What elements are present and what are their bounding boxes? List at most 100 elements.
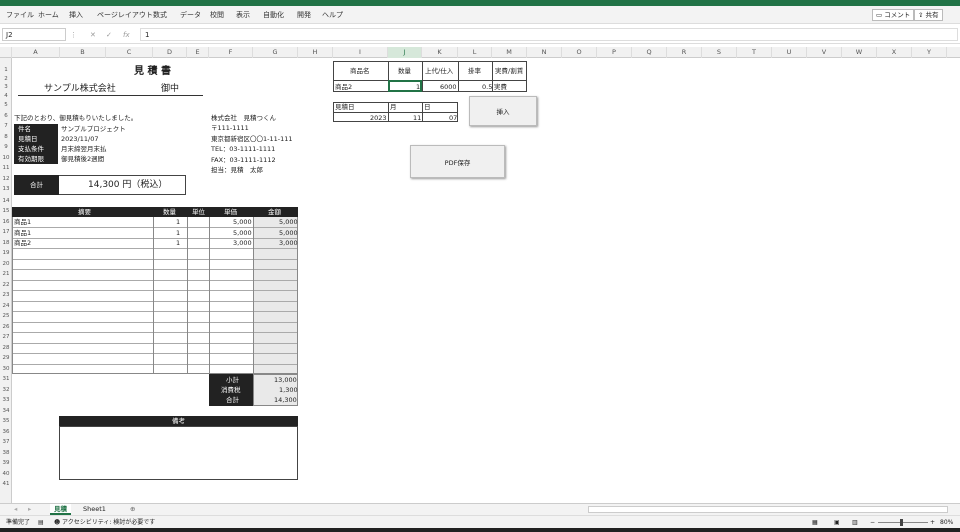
- column-header[interactable]: O: [562, 47, 597, 58]
- column-header[interactable]: F: [209, 47, 253, 58]
- row-header[interactable]: 8: [0, 133, 12, 141]
- column-header[interactable]: I: [333, 47, 388, 58]
- row-header[interactable]: 5: [0, 101, 12, 109]
- zoom-out-icon[interactable]: −: [870, 519, 875, 527]
- row-header[interactable]: 22: [0, 281, 12, 289]
- pdf-save-button[interactable]: PDF保存: [410, 145, 505, 178]
- column-header[interactable]: K: [422, 47, 458, 58]
- tab-sheet-quote[interactable]: 見積: [50, 504, 71, 515]
- formula-input[interactable]: 1: [140, 28, 958, 41]
- row-header[interactable]: 35: [0, 417, 12, 425]
- column-header[interactable]: Y: [912, 47, 947, 58]
- insert-button[interactable]: 挿入: [469, 96, 537, 126]
- row-header[interactable]: 1: [0, 66, 12, 74]
- row-header[interactable]: 6: [0, 112, 12, 120]
- view-normal-icon[interactable]: ▦: [812, 519, 818, 527]
- select-all-corner[interactable]: [0, 47, 12, 58]
- add-sheet-icon[interactable]: ⊕: [126, 504, 139, 515]
- check-icon[interactable]: ✓: [106, 31, 112, 39]
- input-type-cell[interactable]: 実費: [494, 83, 507, 91]
- view-page-layout-icon[interactable]: ▣: [834, 519, 840, 527]
- column-header[interactable]: L: [458, 47, 492, 58]
- menu-view[interactable]: 表示: [236, 10, 250, 20]
- tab-sheet1[interactable]: Sheet1: [79, 504, 110, 515]
- row-header[interactable]: 3: [0, 83, 12, 91]
- row-header[interactable]: 32: [0, 386, 12, 394]
- menu-home[interactable]: ホーム: [38, 10, 59, 20]
- column-header[interactable]: X: [877, 47, 912, 58]
- column-header[interactable]: T: [737, 47, 772, 58]
- menu-review[interactable]: 校閲: [210, 10, 224, 20]
- share-button[interactable]: ⇪ 共有: [914, 9, 943, 21]
- column-header[interactable]: C: [106, 47, 153, 58]
- comment-button[interactable]: ▭ コメント: [872, 9, 915, 21]
- column-header[interactable]: W: [842, 47, 877, 58]
- input-qty-cell[interactable]: 1: [416, 83, 420, 91]
- zoom-level[interactable]: 80%: [940, 519, 953, 527]
- row-header[interactable]: 41: [0, 480, 12, 488]
- column-header[interactable]: A: [12, 47, 60, 58]
- row-header[interactable]: 21: [0, 270, 12, 278]
- menu-automate[interactable]: 自動化: [263, 10, 284, 20]
- menu-developer[interactable]: 開発: [297, 10, 311, 20]
- column-header[interactable]: G: [253, 47, 298, 58]
- column-header[interactable]: M: [492, 47, 527, 58]
- function-icon[interactable]: fx: [123, 31, 130, 39]
- column-header[interactable]: D: [153, 47, 187, 58]
- input-price-cell[interactable]: 6000: [440, 83, 457, 91]
- row-header[interactable]: 36: [0, 428, 12, 436]
- row-header[interactable]: 28: [0, 344, 12, 352]
- horizontal-scrollbar[interactable]: [588, 506, 948, 513]
- row-header[interactable]: 14: [0, 197, 12, 205]
- row-header[interactable]: 7: [0, 122, 12, 130]
- menu-file[interactable]: ファイル: [6, 10, 34, 20]
- column-header[interactable]: E: [187, 47, 209, 58]
- menu-data[interactable]: データ: [180, 10, 201, 20]
- row-header[interactable]: 31: [0, 375, 12, 383]
- row-header[interactable]: 9: [0, 143, 12, 151]
- row-header[interactable]: 20: [0, 260, 12, 268]
- column-header[interactable]: Q: [632, 47, 667, 58]
- column-header[interactable]: P: [597, 47, 632, 58]
- cancel-icon[interactable]: ✕: [90, 31, 96, 39]
- row-header[interactable]: 34: [0, 407, 12, 415]
- menu-page-layout[interactable]: ページレイアウト: [97, 10, 153, 20]
- row-header[interactable]: 2: [0, 75, 12, 83]
- input-product-cell[interactable]: 商品2: [335, 83, 352, 91]
- row-header[interactable]: 13: [0, 185, 12, 193]
- date-year[interactable]: 2023: [370, 114, 387, 122]
- row-header[interactable]: 33: [0, 396, 12, 404]
- status-accessibility[interactable]: アクセシビリティ: 検討が必要です: [62, 519, 155, 527]
- row-header[interactable]: 38: [0, 449, 12, 457]
- row-header[interactable]: 24: [0, 302, 12, 310]
- column-header[interactable]: R: [667, 47, 702, 58]
- column-header[interactable]: B: [60, 47, 106, 58]
- row-header[interactable]: 12: [0, 175, 12, 183]
- date-month[interactable]: 11: [413, 114, 421, 122]
- column-header[interactable]: H: [298, 47, 333, 58]
- column-header[interactable]: J: [388, 47, 422, 58]
- row-header[interactable]: 39: [0, 459, 12, 467]
- menu-insert[interactable]: 挿入: [69, 10, 83, 20]
- menu-formulas[interactable]: 数式: [153, 10, 167, 20]
- input-rate-cell[interactable]: 0.5: [482, 83, 492, 91]
- row-header[interactable]: 40: [0, 470, 12, 478]
- row-header[interactable]: 19: [0, 249, 12, 257]
- row-header[interactable]: 27: [0, 333, 12, 341]
- row-header[interactable]: 25: [0, 312, 12, 320]
- column-header[interactable]: U: [772, 47, 807, 58]
- column-header[interactable]: V: [807, 47, 842, 58]
- row-header[interactable]: 26: [0, 323, 12, 331]
- tab-scroll-left-icon[interactable]: ◂: [10, 504, 21, 515]
- macro-icon[interactable]: ▤: [38, 519, 44, 527]
- row-header[interactable]: 17: [0, 228, 12, 236]
- row-header[interactable]: 11: [0, 164, 12, 172]
- row-header[interactable]: 29: [0, 354, 12, 362]
- zoom-in-icon[interactable]: +: [930, 519, 935, 527]
- row-header[interactable]: 10: [0, 154, 12, 162]
- zoom-slider-thumb[interactable]: [900, 519, 903, 526]
- row-header[interactable]: 18: [0, 239, 12, 247]
- remarks-box[interactable]: [59, 426, 298, 480]
- row-header[interactable]: 37: [0, 438, 12, 446]
- row-header[interactable]: 30: [0, 365, 12, 373]
